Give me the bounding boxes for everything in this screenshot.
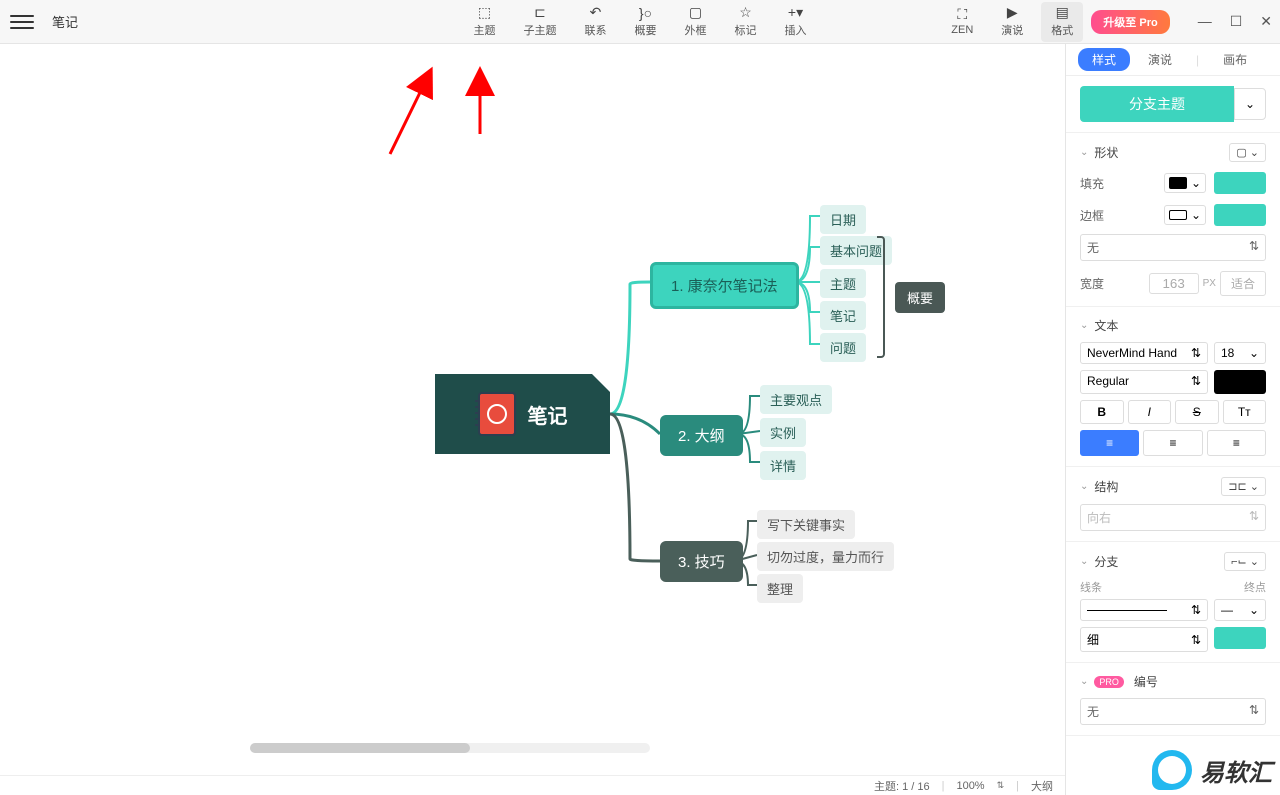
root-label: 笔记 [528, 400, 568, 429]
line-end-select[interactable]: —⌄ [1214, 599, 1266, 621]
insert-icon: +▾ [787, 6, 805, 20]
branch-node-3[interactable]: 3. 技巧 [660, 541, 743, 582]
border-style-select[interactable]: ⌄ [1164, 205, 1206, 225]
zen-icon: ⛶ [953, 8, 971, 22]
relation-icon: ↶ [587, 6, 605, 20]
font-weight-select[interactable]: Regular⇅ [1080, 370, 1208, 394]
sub-node[interactable]: 切勿过度，量力而行 [757, 542, 894, 571]
zoom-level[interactable]: 100% [956, 780, 984, 792]
tool-marker[interactable]: ☆标记 [725, 2, 767, 42]
sub-node[interactable]: 实例 [760, 418, 806, 447]
strike-button[interactable]: S [1175, 400, 1219, 424]
tool-relation[interactable]: ↶联系 [575, 2, 617, 42]
direction-select[interactable]: 向右⇅ [1080, 504, 1266, 531]
sub-node[interactable]: 主要观点 [760, 385, 832, 414]
summary-node[interactable]: 概要 [895, 282, 945, 313]
upgrade-button[interactable]: 升级至 Pro [1091, 10, 1169, 34]
text-color[interactable] [1214, 370, 1266, 394]
branch-style-selector[interactable]: ⌐⌙ ⌄ [1224, 552, 1266, 571]
section-branch[interactable]: 分支 ⌐⌙ ⌄ [1080, 552, 1266, 571]
tool-summary[interactable]: }○概要 [625, 2, 667, 42]
align-center[interactable]: ≡ [1143, 430, 1202, 456]
sub-node[interactable]: 日期 [820, 205, 866, 234]
notebook-icon [478, 392, 516, 436]
section-shape[interactable]: 形状 ▢ ⌄ [1080, 143, 1266, 162]
section-text[interactable]: 文本 [1080, 317, 1266, 334]
summary-bracket [877, 236, 885, 358]
border-line-select[interactable]: 无⇅ [1080, 234, 1266, 261]
horizontal-scrollbar[interactable] [250, 743, 650, 753]
branch-theme-button[interactable]: 分支主题 [1080, 86, 1234, 122]
sub-node[interactable]: 问题 [820, 333, 866, 362]
tool-insert[interactable]: +▾插入 [775, 2, 817, 42]
tab-present[interactable]: 演说 [1134, 48, 1186, 71]
maximize-button[interactable]: ☐ [1230, 13, 1243, 30]
root-node[interactable]: 笔记 [435, 374, 610, 454]
tab-canvas[interactable]: 画布 [1209, 48, 1261, 71]
status-bar: 主题: 1 / 16 | 100%⇅ | 大纲 [0, 775, 1065, 795]
toolbar-tools: ⬚主题 ⊏子主题 ↶联系 }○概要 ▢外框 ☆标记 +▾插入 [464, 2, 817, 42]
present-icon: ▶ [1003, 6, 1021, 20]
tool-boundary[interactable]: ▢外框 [675, 2, 717, 42]
sub-node[interactable]: 详情 [760, 451, 806, 480]
font-size-select[interactable]: 18⌄ [1214, 342, 1266, 364]
fill-style-select[interactable]: ⌄ [1164, 173, 1206, 193]
watermark: 易软汇 [1152, 750, 1272, 790]
summary-icon: }○ [637, 6, 655, 20]
tool-topic[interactable]: ⬚主题 [464, 2, 506, 42]
sub-node[interactable]: 整理 [757, 574, 803, 603]
font-family-select[interactable]: NeverMind Hand⇅ [1080, 342, 1208, 364]
branch-color[interactable] [1214, 627, 1266, 649]
bold-button[interactable]: B [1080, 400, 1124, 424]
line-style-select[interactable]: ⇅ [1080, 599, 1208, 621]
tool-present[interactable]: ▶演说 [991, 2, 1033, 42]
sub-node[interactable]: 笔记 [820, 301, 866, 330]
sub-node[interactable]: 写下关键事实 [757, 510, 855, 539]
subtopic-icon: ⊏ [531, 6, 549, 20]
tool-subtopic[interactable]: ⊏子主题 [514, 2, 567, 42]
line-thickness-select[interactable]: 细⇅ [1080, 627, 1208, 652]
toolbar: 笔记 ⬚主题 ⊏子主题 ↶联系 }○概要 ▢外框 ☆标记 +▾插入 ⛶ZEN ▶… [0, 0, 1280, 44]
italic-button[interactable]: I [1128, 400, 1172, 424]
topic-icon: ⬚ [476, 6, 494, 20]
section-structure[interactable]: 结构 ⊐⊏ ⌄ [1080, 477, 1266, 496]
format-icon: ▤ [1053, 6, 1071, 20]
border-color[interactable] [1214, 204, 1266, 226]
tool-format[interactable]: ▤格式 [1041, 2, 1083, 42]
minimize-button[interactable]: — [1198, 13, 1212, 30]
number-select[interactable]: 无⇅ [1080, 698, 1266, 725]
sub-node[interactable]: 主题 [820, 269, 866, 298]
branch-theme-dropdown[interactable]: ⌄ [1234, 88, 1266, 120]
app-title: 笔记 [52, 12, 78, 31]
branch-node-1[interactable]: 1. 康奈尔笔记法 [650, 262, 799, 309]
logo-icon [1152, 750, 1192, 790]
menu-button[interactable] [10, 10, 34, 34]
fit-button[interactable]: 适合 [1220, 271, 1266, 296]
fill-color[interactable] [1214, 172, 1266, 194]
format-panel: 样式 演说 | 画布 分支主题 ⌄ 形状 ▢ ⌄ 填充 ⌄ 边框 ⌄ 无⇅ 宽度 [1065, 44, 1280, 795]
canvas[interactable]: 笔记 1. 康奈尔笔记法 2. 大纲 3. 技巧 日期 基本问题 主题 笔记 问… [0, 44, 1065, 775]
align-left[interactable]: ≡ [1080, 430, 1139, 456]
tab-style[interactable]: 样式 [1078, 48, 1130, 71]
shape-selector[interactable]: ▢ ⌄ [1229, 143, 1266, 162]
marker-icon: ☆ [737, 6, 755, 20]
view-mode[interactable]: 大纲 [1031, 778, 1053, 794]
tool-zen[interactable]: ⛶ZEN [941, 4, 983, 40]
align-right[interactable]: ≡ [1207, 430, 1266, 456]
boundary-icon: ▢ [687, 6, 705, 20]
case-button[interactable]: Tт [1223, 400, 1267, 424]
branch-node-2[interactable]: 2. 大纲 [660, 415, 743, 456]
close-button[interactable]: ✕ [1260, 13, 1272, 30]
topic-count: 主题: 1 / 16 [874, 778, 930, 794]
section-number[interactable]: PRO 编号 [1080, 673, 1266, 690]
structure-selector[interactable]: ⊐⊏ ⌄ [1221, 477, 1266, 496]
width-input[interactable] [1149, 273, 1199, 294]
